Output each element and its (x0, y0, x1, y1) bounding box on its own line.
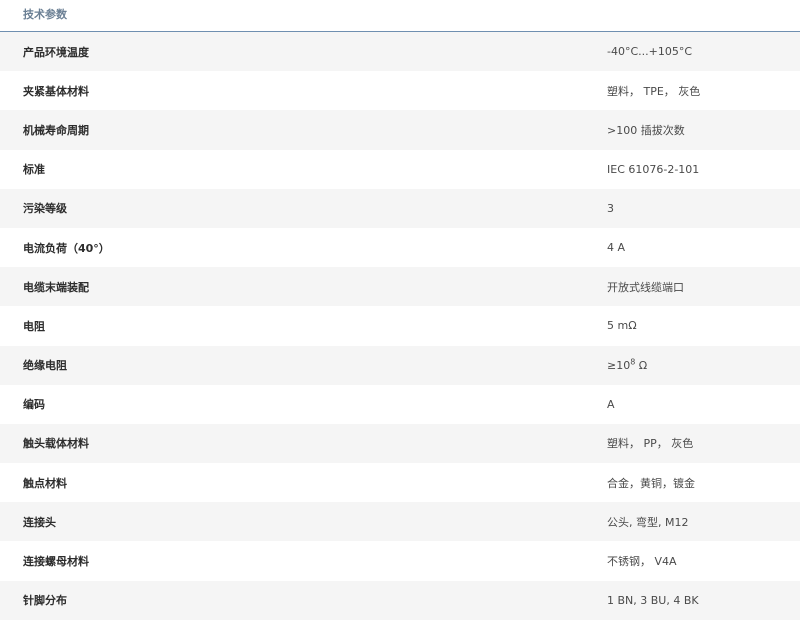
spec-label: 连接头 (23, 515, 56, 529)
table-row: 绝缘电阻 ≥108 Ω (0, 345, 800, 385)
spec-label: 针脚分布 (23, 594, 67, 608)
value-prefix: ≥10 (607, 358, 631, 372)
spec-label: 绝缘电阻 (23, 359, 67, 373)
spec-value: 合金，黄铜，镀金 (607, 476, 695, 490)
spec-label: 机械寿命周期 (23, 123, 89, 137)
spec-label: 产品环境温度 (23, 45, 89, 59)
spec-value: 开放式线缆端口 (607, 280, 684, 294)
spec-label: 标准 (23, 163, 45, 177)
table-row: 产品环境温度 -40°C...+105°C (0, 32, 800, 72)
spec-label: 夹紧基体材料 (23, 84, 89, 98)
table-row: 触点材料 合金，黄铜，镀金 (0, 463, 800, 503)
technical-specs-panel: 技术参数 产品环境温度 -40°C...+105°C 夹紧基体材料 塑料， TP… (0, 0, 800, 620)
table-row: 编码 A (0, 384, 800, 424)
spec-value: 3 (607, 201, 614, 215)
table-row: 夹紧基体材料 塑料， TPE， 灰色 (0, 71, 800, 111)
spec-value: 不锈钢， V4A (607, 555, 677, 569)
spec-value: 塑料， TPE， 灰色 (607, 84, 701, 98)
spec-value: 公头, 弯型, M12 (607, 515, 689, 529)
spec-label: 触头载体材料 (23, 437, 89, 451)
specs-table: 产品环境温度 -40°C...+105°C 夹紧基体材料 塑料， TPE， 灰色… (0, 32, 800, 620)
table-row: 污染等级 3 (0, 188, 800, 228)
spec-value: 4 A (607, 241, 626, 255)
table-row: 电缆末端装配 开放式线缆端口 (0, 267, 800, 307)
specs-header: 技术参数 (0, 0, 800, 32)
spec-value: 1 BN, 3 BU, 4 BK (607, 593, 699, 607)
table-row: 标准 IEC 61076-2-101 (0, 149, 800, 189)
table-row: 连接螺母材料 不锈钢， V4A (0, 541, 800, 581)
spec-label: 电流负荷（40°） (23, 241, 110, 255)
spec-label: 编码 (23, 398, 45, 412)
spec-label: 触点材料 (23, 476, 67, 490)
table-row: 针脚分布 1 BN, 3 BU, 4 BK (0, 580, 800, 620)
table-row: 电阻 5 mΩ (0, 306, 800, 346)
spec-label: 污染等级 (23, 202, 67, 216)
specs-title: 技术参数 (23, 7, 67, 21)
spec-label: 电阻 (23, 319, 45, 333)
table-row: 连接头 公头, 弯型, M12 (0, 502, 800, 542)
spec-value: IEC 61076-2-101 (607, 162, 700, 176)
spec-value: >100 插拔次数 (607, 123, 685, 137)
spec-value: A (607, 397, 615, 411)
spec-value: 塑料， PP， 灰色 (607, 437, 694, 451)
table-row: 机械寿命周期 >100 插拔次数 (0, 110, 800, 150)
table-row: 触头载体材料 塑料， PP， 灰色 (0, 423, 800, 464)
spec-label: 连接螺母材料 (23, 555, 89, 569)
spec-label: 电缆末端装配 (23, 280, 89, 294)
spec-value: ≥108 Ω (583, 346, 800, 385)
spec-value: -40°C...+105°C (607, 45, 693, 59)
value-suffix: Ω (635, 358, 648, 372)
table-row: 电流负荷（40°） 4 A (0, 227, 800, 268)
spec-value: 5 mΩ (607, 319, 637, 333)
